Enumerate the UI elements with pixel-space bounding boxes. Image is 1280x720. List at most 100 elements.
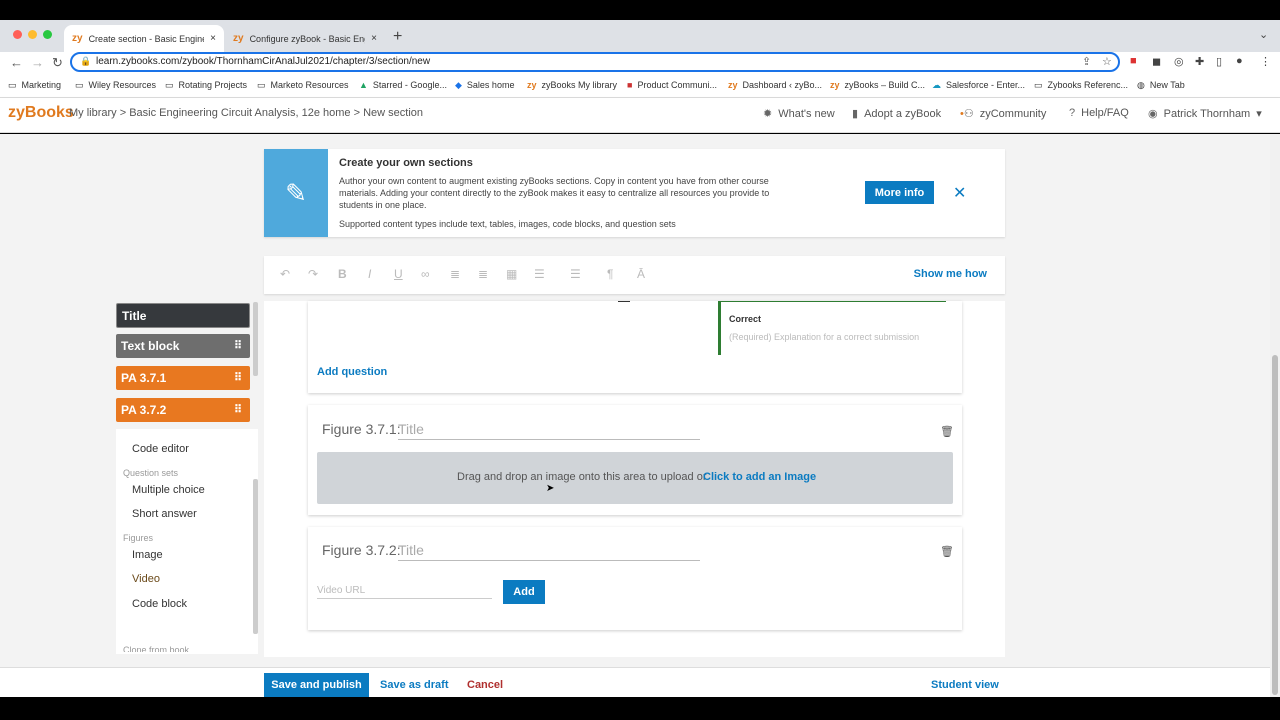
- show-me-how-link[interactable]: Show me how: [914, 268, 987, 280]
- save-and-publish-button[interactable]: Save and publish: [264, 673, 369, 697]
- bullet-list-icon[interactable]: ☰: [570, 267, 581, 281]
- italic-icon[interactable]: I: [368, 267, 371, 281]
- more-info-button[interactable]: More info: [865, 181, 934, 204]
- extension-icon[interactable]: ◼: [1152, 55, 1161, 68]
- trash-icon[interactable]: 🗑: [940, 545, 954, 558]
- maximize-window-dot[interactable]: [43, 30, 52, 39]
- salesforce-icon: ☁: [932, 80, 941, 90]
- zybooks-logo[interactable]: zyBooks: [8, 104, 74, 122]
- menu-kebab-icon[interactable]: ⋮: [1260, 55, 1271, 68]
- extensions-puzzle-icon[interactable]: ✚: [1195, 55, 1204, 68]
- table-icon[interactable]: ▦: [506, 267, 517, 281]
- video-url-input[interactable]: Video URL: [317, 585, 492, 599]
- add-question-link[interactable]: Add question: [317, 366, 387, 378]
- palette-short-answer[interactable]: Short answer: [132, 508, 197, 520]
- extension-icon[interactable]: ■: [1130, 55, 1137, 67]
- extension-icon[interactable]: ◎: [1174, 55, 1184, 68]
- bookmark-item[interactable]: ▭ Wiley Resources: [75, 80, 156, 91]
- palette-code-editor[interactable]: Code editor: [132, 443, 189, 455]
- sidebar-block-pa-3-7-1[interactable]: PA 3.7.1 ⠿: [116, 366, 250, 390]
- numbered-list-icon[interactable]: ☰: [534, 267, 545, 281]
- drag-handle-icon[interactable]: ⠿: [234, 398, 242, 422]
- outdent-icon[interactable]: ≣: [450, 267, 460, 281]
- palette-code-block[interactable]: Code block: [132, 598, 187, 610]
- student-view-button[interactable]: Student view: [931, 679, 999, 691]
- link-icon[interactable]: ∞: [421, 267, 430, 281]
- community-icon: •⚇: [960, 108, 974, 120]
- image-drop-zone[interactable]: Drag and drop an image onto this area to…: [317, 452, 953, 504]
- url-text: learn.zybooks.com/zybook/ThornhamCirAnal…: [96, 56, 431, 67]
- address-bar[interactable]: 🔒 learn.zybooks.com/zybook/ThornhamCirAn…: [70, 52, 1120, 72]
- whats-new-link[interactable]: ✹ What's new: [763, 107, 835, 120]
- tab-search-icon[interactable]: ⌄: [1259, 28, 1268, 41]
- zycommunity-link[interactable]: •⚇ zyCommunity: [960, 107, 1046, 120]
- paragraph-icon[interactable]: ¶: [607, 267, 613, 281]
- reload-icon[interactable]: ↻: [52, 55, 63, 71]
- palette-video[interactable]: Video: [132, 573, 160, 585]
- close-tab-icon[interactable]: ×: [210, 33, 216, 44]
- tab-configure-zybook[interactable]: zy Configure zyBook - Basic Engin ×: [225, 25, 385, 52]
- bookmark-item[interactable]: ◆ Sales home: [455, 80, 514, 91]
- underline-icon[interactable]: U: [394, 267, 403, 281]
- help-faq-link[interactable]: ? Help/FAQ: [1069, 107, 1129, 119]
- bookmark-item[interactable]: zy Dashboard ‹ zyBo...: [728, 80, 822, 90]
- close-icon[interactable]: ✕: [953, 183, 966, 203]
- cancel-button[interactable]: Cancel: [467, 679, 503, 691]
- app-header: zyBooks My library > Basic Engineering C…: [0, 98, 1280, 133]
- drag-handle-icon[interactable]: ⠿: [234, 334, 242, 358]
- browser-toolbar: ← → ↻ 🔒 learn.zybooks.com/zybook/Thornha…: [0, 52, 1280, 74]
- sidebar-block-title[interactable]: Title: [116, 303, 250, 328]
- editor-toolbar: ↶ ↷ B I U ∞ ≣ ≣ ▦ ☰ ☰ ¶ Ā Show me how: [264, 256, 1005, 294]
- close-tab-icon[interactable]: ×: [371, 33, 377, 44]
- explanation-input[interactable]: (Required) Explanation for a correct sub…: [729, 332, 919, 342]
- drag-handle-icon[interactable]: ⠿: [234, 366, 242, 390]
- bookmark-item[interactable]: ◍ New Tab: [1137, 80, 1185, 91]
- save-as-draft-button[interactable]: Save as draft: [380, 679, 448, 691]
- bookmark-item[interactable]: ▭ Marketo Resources: [257, 80, 349, 91]
- palette-image[interactable]: Image: [132, 549, 163, 561]
- minimize-window-dot[interactable]: [28, 30, 37, 39]
- undo-icon[interactable]: ↶: [280, 267, 290, 281]
- share-icon[interactable]: ⇪: [1082, 55, 1091, 68]
- sidebar-scrollbar[interactable]: [253, 302, 258, 376]
- bookmark-item[interactable]: ▭ Marketing: [8, 80, 61, 91]
- redo-icon[interactable]: ↷: [308, 267, 318, 281]
- folder-icon: ▭: [75, 80, 84, 90]
- bookmark-item[interactable]: ☁ Salesforce - Enter...: [932, 80, 1025, 91]
- profile-avatar-icon[interactable]: ●: [1236, 55, 1243, 67]
- adopt-zybook-link[interactable]: ▮ Adopt a zyBook: [852, 107, 941, 120]
- slider-handle: [618, 301, 630, 302]
- figure-title-input[interactable]: Title: [398, 421, 700, 440]
- close-window-dot[interactable]: [13, 30, 22, 39]
- tab-create-section[interactable]: zy Create section - Basic Enginee ×: [64, 25, 224, 52]
- bookmark-item[interactable]: ■ Product Communi...: [627, 80, 717, 90]
- palette-scrollbar[interactable]: [253, 479, 258, 634]
- user-menu[interactable]: ◉ Patrick Thornham ▾: [1148, 107, 1262, 120]
- indent-icon[interactable]: ≣: [478, 267, 488, 281]
- new-tab-button[interactable]: +: [393, 28, 402, 46]
- folder-icon: ▭: [1034, 80, 1043, 90]
- mouse-cursor-icon: ➤: [546, 483, 555, 494]
- figure-title-input[interactable]: Title: [398, 542, 700, 561]
- add-image-link[interactable]: Click to add an Image: [703, 471, 816, 483]
- block-label: Title: [122, 309, 147, 323]
- bold-icon[interactable]: B: [338, 267, 347, 281]
- trash-icon[interactable]: 🗑: [940, 425, 954, 438]
- page-scrollbar-thumb[interactable]: [1272, 355, 1278, 695]
- sidebar-block-pa-3-7-2[interactable]: PA 3.7.2 ⠿: [116, 398, 250, 422]
- bookmark-item[interactable]: ▲ Starred - Google...: [359, 80, 447, 90]
- bookmark-star-icon[interactable]: ☆: [1102, 55, 1112, 68]
- add-video-button[interactable]: Add: [503, 580, 545, 604]
- palette-multiple-choice[interactable]: Multiple choice: [132, 484, 205, 496]
- help-icon: ?: [1069, 107, 1076, 119]
- breadcrumb[interactable]: My library > Basic Engineering Circuit A…: [69, 107, 423, 119]
- sidebar-block-text[interactable]: Text block ⠿: [116, 334, 250, 358]
- bookmark-item[interactable]: ▭ Zybooks Referenc...: [1034, 80, 1128, 91]
- clear-format-icon[interactable]: Ā: [637, 267, 645, 281]
- bookmark-item[interactable]: ▭ Rotating Projects: [165, 80, 247, 91]
- bookmark-item[interactable]: zy zyBooks – Build C...: [830, 80, 925, 90]
- sidebar-icon[interactable]: ▯: [1216, 55, 1222, 68]
- forward-icon[interactable]: →: [31, 55, 44, 70]
- bookmark-item[interactable]: zy zyBooks My library: [527, 80, 617, 90]
- back-icon[interactable]: ←: [10, 55, 23, 70]
